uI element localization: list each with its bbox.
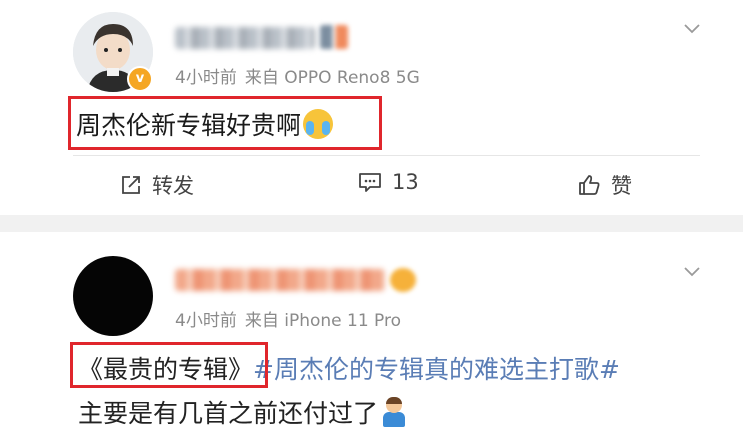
post-meta: 4小时前 来自 OPPO Reno8 5G: [175, 63, 420, 88]
share-button[interactable]: 转发: [120, 170, 194, 200]
comment-button[interactable]: 13: [358, 170, 419, 194]
username-blurred[interactable]: [175, 269, 385, 291]
thumbs-up-icon: [579, 175, 600, 195]
highlight-box: [70, 342, 268, 388]
post-meta: 4小时前 来自 iPhone 11 Pro: [175, 306, 401, 331]
user-avatar[interactable]: [73, 256, 153, 336]
username-blurred[interactable]: [175, 27, 315, 49]
like-label: 赞: [611, 174, 632, 198]
post-text-line-2: 主要是有几首之前还付过了: [78, 394, 408, 430]
person-raising-hand-icon: [382, 397, 408, 427]
username-emoji-blurred: [320, 25, 348, 49]
topic-link[interactable]: #周杰伦的专辑真的难选主打歌#: [253, 355, 620, 384]
share-label: 转发: [152, 174, 194, 198]
divider: [73, 155, 700, 156]
post-separator: [0, 215, 743, 232]
comment-count: 13: [392, 170, 419, 194]
comment-icon: [359, 173, 381, 192]
share-icon: [122, 176, 140, 194]
post-source: 来自 iPhone 11 Pro: [244, 311, 402, 331]
verified-badge-icon: v: [127, 66, 153, 92]
post-time: 4小时前: [175, 68, 237, 88]
post-text-content: 主要是有几首之前还付过了: [78, 399, 379, 428]
highlight-box: [68, 96, 382, 150]
username-emoji-blurred: [390, 268, 416, 292]
post-source: 来自 OPPO Reno8 5G: [244, 68, 420, 88]
chevron-down-icon[interactable]: [683, 20, 701, 38]
chevron-down-icon[interactable]: [683, 263, 701, 281]
like-button[interactable]: 赞: [577, 170, 632, 200]
post-time: 4小时前: [175, 311, 237, 331]
